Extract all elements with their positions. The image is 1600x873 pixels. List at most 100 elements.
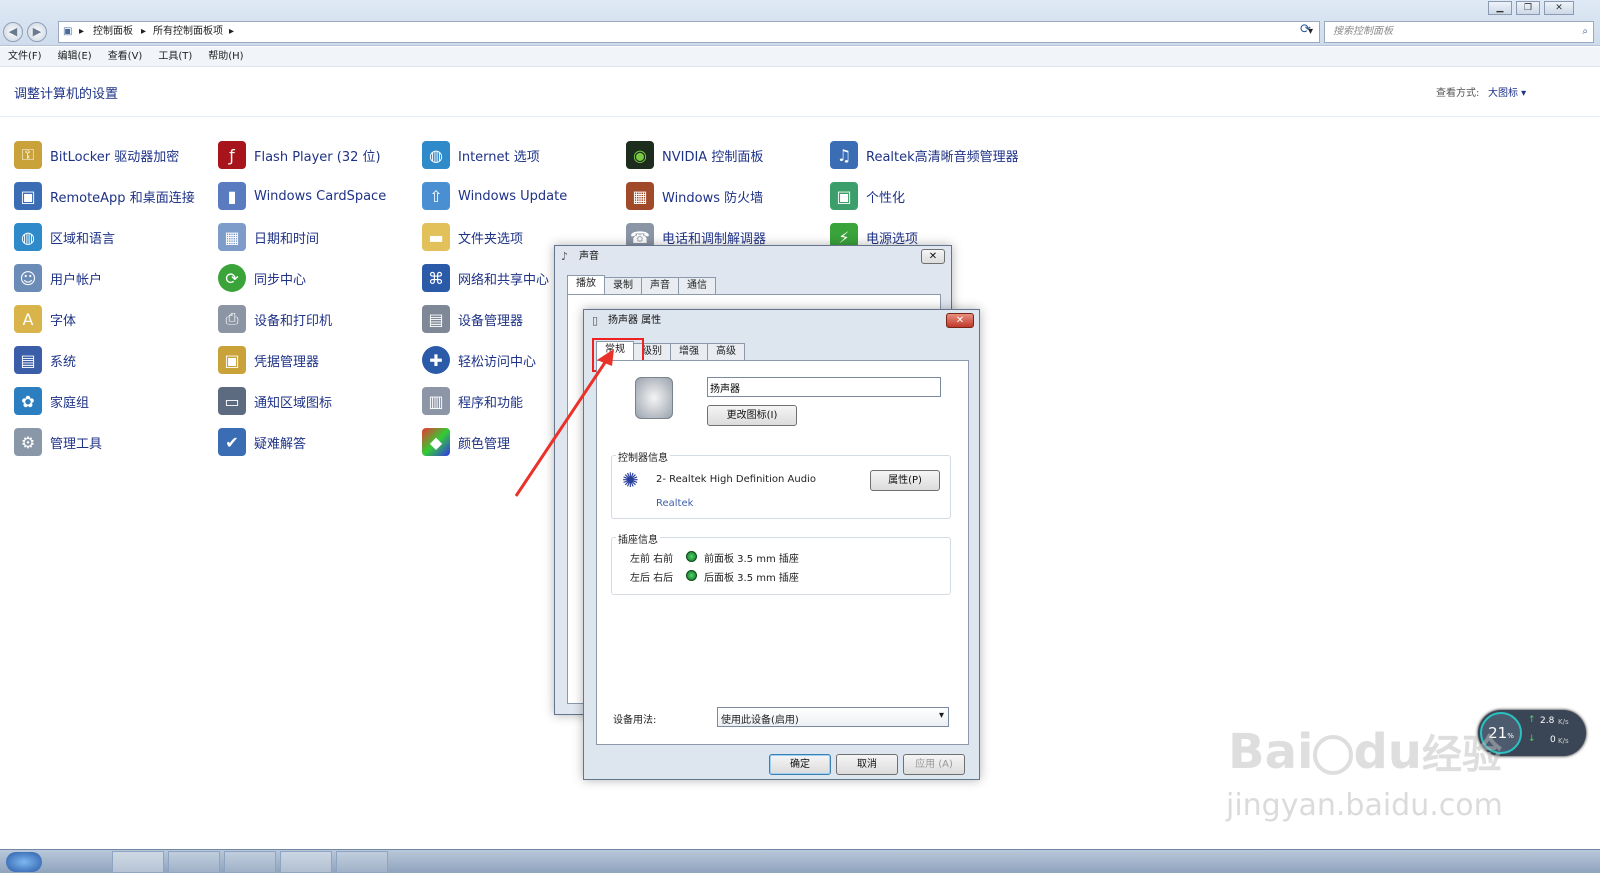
baidu-watermark-logo: Bai du经验: [1228, 722, 1502, 780]
controller-vendor-link[interactable]: Realtek: [656, 498, 693, 509]
menu-help[interactable]: 帮助(H): [208, 47, 243, 67]
item-troubleshooting[interactable]: ✔ 疑难解答: [218, 427, 306, 457]
item-sync-center[interactable]: ⟳ 同步中心: [218, 263, 306, 293]
refresh-icon[interactable]: ⟳: [1300, 22, 1311, 37]
divider: [0, 116, 1600, 117]
item-device-manager[interactable]: ▤ 设备管理器: [422, 304, 523, 334]
item-windows-update[interactable]: ⇧ Windows Update: [422, 181, 567, 211]
tab-advanced[interactable]: 高级: [707, 343, 745, 360]
device-usage-label: 设备用法:: [613, 715, 657, 726]
homegroup-icon: ✿: [14, 387, 42, 415]
item-firewall[interactable]: ▦ Windows 防火墙: [626, 181, 763, 211]
item-date-time[interactable]: ▦ 日期和时间: [218, 222, 319, 252]
font-icon: A: [14, 305, 42, 333]
sound-icon: ♪: [561, 250, 569, 263]
vault-icon: ▣: [218, 346, 246, 374]
minimize-button[interactable]: ▁: [1488, 1, 1512, 15]
address-bar-area: ▁ ❐ ✕ ◀ ▶ ▣ ▸ 控制面板 ▸ 所有控制面板项 ▸ ▾ ⟳ 搜索控制面…: [0, 0, 1600, 46]
breadcrumb-control-panel[interactable]: 控制面板: [93, 22, 133, 42]
item-notification-icons[interactable]: ▭ 通知区域图标: [218, 386, 332, 416]
item-nvidia[interactable]: ◉ NVIDIA 控制面板: [626, 140, 763, 170]
cardspace-icon: ▮: [218, 182, 246, 210]
taskbar-button-ie[interactable]: [112, 851, 164, 873]
change-icon-button[interactable]: 更改图标(I): [707, 405, 797, 426]
remote-desktop-icon: ▣: [14, 182, 42, 210]
back-button[interactable]: ◀: [3, 22, 23, 42]
item-ease-of-access[interactable]: ✚ 轻松访问中心: [422, 345, 536, 375]
item-cardspace[interactable]: ▮ Windows CardSpace: [218, 181, 386, 211]
menu-tools[interactable]: 工具(T): [158, 47, 192, 67]
item-label: 轻松访问中心: [458, 354, 537, 370]
properties-button[interactable]: 属性(P): [870, 470, 940, 491]
computer-icon: ▣: [63, 26, 73, 37]
device-usage-select[interactable]: 使用此设备(启用) ▾: [717, 707, 949, 727]
device-usage-value: 使用此设备(启用): [721, 715, 799, 726]
close-window-button[interactable]: ✕: [1544, 1, 1574, 15]
item-credential-manager[interactable]: ▣ 凭据管理器: [218, 345, 319, 375]
item-system[interactable]: ▤ 系统: [14, 345, 76, 375]
green-jack-icon: [686, 551, 697, 562]
ok-button[interactable]: 确定: [769, 754, 831, 775]
item-label: NVIDIA 控制面板: [662, 149, 764, 165]
chevron-down-icon: ▾: [938, 710, 944, 721]
item-devices-printers[interactable]: ⎙ 设备和打印机: [218, 304, 332, 334]
item-personalization[interactable]: ▣ 个性化: [830, 181, 905, 211]
folder-icon: ▬: [422, 223, 450, 251]
item-bitlocker[interactable]: ⚿ BitLocker 驱动器加密: [14, 140, 179, 170]
breadcrumb-separator[interactable]: ▸: [141, 22, 146, 42]
item-user-accounts[interactable]: ☺ 用户帐户: [14, 263, 102, 293]
breadcrumb-all-items[interactable]: 所有控制面板项: [153, 22, 223, 42]
cancel-button[interactable]: 取消: [836, 754, 898, 775]
speaker-dialog-close[interactable]: ✕: [946, 313, 974, 328]
item-label: Realtek高清晰音频管理器: [866, 149, 1019, 165]
start-button[interactable]: [6, 852, 42, 872]
item-programs-features[interactable]: ▥ 程序和功能: [422, 386, 523, 416]
taskbar-button-folder[interactable]: [224, 851, 276, 873]
item-color-management[interactable]: ◆ 颜色管理: [422, 427, 510, 457]
search-placeholder: 搜索控制面板: [1333, 26, 1393, 37]
item-flash-player[interactable]: ƒ Flash Player (32 位): [218, 140, 381, 170]
device-name-field[interactable]: [707, 377, 941, 397]
item-label: 设备管理器: [458, 313, 524, 329]
address-field[interactable]: ▣ ▸ 控制面板 ▸ 所有控制面板项 ▸ ▾: [58, 21, 1320, 43]
item-realtek[interactable]: ♫ Realtek高清晰音频管理器: [830, 140, 1019, 170]
item-fonts[interactable]: A 字体: [14, 304, 76, 334]
item-internet-options[interactable]: ◍ Internet 选项: [422, 140, 540, 170]
view-by-dropdown[interactable]: 大图标 ▾: [1488, 84, 1526, 99]
sound-dialog-title: 声音: [579, 251, 599, 262]
menu-file[interactable]: 文件(F): [8, 47, 42, 67]
speaker-small-icon: ▯: [592, 314, 599, 327]
search-input[interactable]: 搜索控制面板 ⌕: [1324, 21, 1594, 43]
item-label: 个性化: [866, 190, 906, 206]
forward-button[interactable]: ▶: [27, 22, 47, 42]
item-label: 同步中心: [254, 272, 307, 288]
apply-button[interactable]: 应用 (A): [903, 754, 965, 775]
tab-sounds[interactable]: 声音: [641, 277, 679, 294]
tab-recording[interactable]: 录制: [604, 277, 642, 294]
breadcrumb-separator[interactable]: ▸: [229, 22, 234, 42]
item-label: Windows Update: [458, 188, 568, 204]
tab-playback[interactable]: 播放: [567, 275, 605, 294]
menu-edit[interactable]: 编辑(E): [58, 47, 92, 67]
taskbar-button-explorer[interactable]: [168, 851, 220, 873]
jack-position: 左后 右后: [630, 573, 674, 584]
tools-icon: ⚙: [14, 428, 42, 456]
watermark-text: Bai: [1228, 724, 1314, 780]
item-region-language[interactable]: ◍ 区域和语言: [14, 222, 115, 252]
maximize-button[interactable]: ❐: [1516, 1, 1540, 15]
tab-enhancements[interactable]: 增强: [670, 343, 708, 360]
menu-view[interactable]: 查看(V): [108, 47, 143, 67]
taskbar-button-sound[interactable]: [336, 851, 388, 873]
item-folder-options[interactable]: ▬ 文件夹选项: [422, 222, 523, 252]
taskbar-button-control-panel[interactable]: [280, 851, 332, 873]
breadcrumb-separator[interactable]: ▸: [79, 22, 84, 42]
item-network-sharing[interactable]: ⌘ 网络和共享中心: [422, 263, 549, 293]
page-title: 调整计算机的设置: [14, 87, 119, 102]
item-admin-tools[interactable]: ⚙ 管理工具: [14, 427, 102, 457]
item-homegroup[interactable]: ✿ 家庭组: [14, 386, 89, 416]
realtek-crab-icon: ✺: [622, 468, 639, 492]
item-remoteapp[interactable]: ▣ RemoteApp 和桌面连接: [14, 181, 195, 211]
tab-communications[interactable]: 通信: [678, 277, 716, 294]
search-icon[interactable]: ⌕: [1582, 22, 1588, 42]
sound-dialog-close[interactable]: ✕: [921, 249, 945, 264]
